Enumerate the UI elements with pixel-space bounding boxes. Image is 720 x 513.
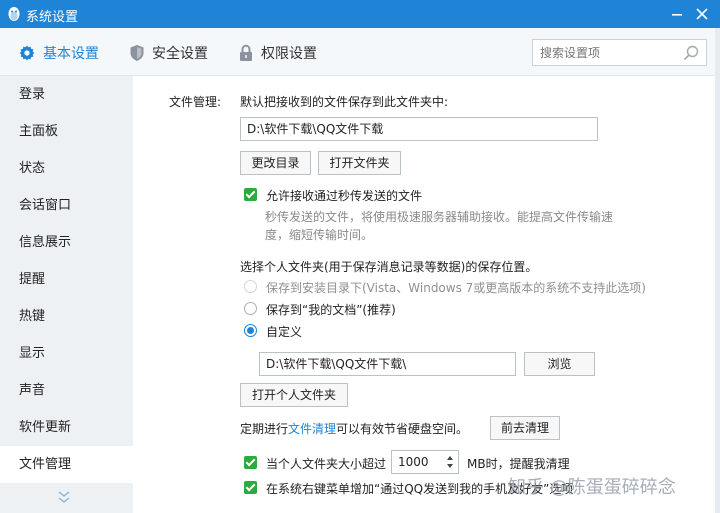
- radio-custom[interactable]: [244, 324, 257, 337]
- go-cleanup-button[interactable]: 前去清理: [490, 416, 560, 440]
- default-folder-label: 默认把接收到的文件保存到此文件夹中:: [240, 95, 449, 109]
- sidebar-item-login[interactable]: 登录: [0, 76, 133, 113]
- sidebar-item-info-display[interactable]: 信息展示: [0, 224, 133, 261]
- search-box: [532, 39, 707, 66]
- file-management-panel: 文件管理: 默认把接收到的文件保存到此文件夹中: D:\软件下载\QQ文件下载 …: [133, 76, 715, 513]
- close-icon: [696, 8, 708, 20]
- size-alert-prefix: 当个人文件夹大小超过: [266, 457, 387, 471]
- tab-permission-settings[interactable]: 权限设置: [238, 42, 317, 64]
- shield-icon: [130, 45, 144, 61]
- settings-tabbar: 基本设置 安全设置 权限设置: [0, 28, 720, 76]
- stepper-arrows-icon[interactable]: [446, 454, 454, 470]
- tab-security-settings[interactable]: 安全设置: [129, 42, 208, 64]
- gear-icon: [19, 45, 35, 61]
- sidebar-item-display[interactable]: 显示: [0, 335, 133, 372]
- search-input[interactable]: [540, 44, 680, 62]
- change-directory-button[interactable]: 更改目录: [240, 151, 311, 175]
- minimize-icon: [672, 14, 682, 16]
- cleanup-text: 定期进行文件清理可以有效节省硬盘空间。: [240, 420, 468, 437]
- title-bar: 系统设置: [0, 0, 720, 28]
- browse-button[interactable]: 浏览: [524, 352, 595, 376]
- radio-my-documents-label: 保存到“我的文档”(推荐): [266, 303, 396, 317]
- sidebar-item-chat-window[interactable]: 会话窗口: [0, 187, 133, 224]
- tab-label: 权限设置: [261, 46, 317, 62]
- cleanup-suffix: 可以有效节省硬盘空间。: [336, 422, 469, 436]
- minimize-button[interactable]: [667, 4, 687, 24]
- sidebar-item-software-update[interactable]: 软件更新: [0, 409, 133, 446]
- radio-install-dir: [244, 280, 257, 293]
- instant-transfer-checkbox[interactable]: [244, 188, 257, 201]
- settings-sidebar: 登录 主面板 状态 会话窗口 信息展示 提醒 热键 显示 声音 软件更新 文件管…: [0, 76, 133, 513]
- file-cleanup-link[interactable]: 文件清理: [288, 422, 336, 436]
- window-title: 系统设置: [26, 10, 79, 25]
- tab-label: 安全设置: [152, 46, 208, 62]
- scroll-down-chevron-icon[interactable]: [58, 490, 70, 506]
- watermark: 知乎 @陈蛋蛋碎碎念: [508, 477, 676, 498]
- open-folder-button[interactable]: 打开文件夹: [318, 151, 401, 175]
- open-personal-folder-button[interactable]: 打开个人文件夹: [240, 383, 348, 407]
- penguin-logo-icon: [8, 7, 20, 21]
- sidebar-item-file-management[interactable]: 文件管理: [0, 446, 133, 483]
- sidebar-item-reminders[interactable]: 提醒: [0, 261, 133, 298]
- instant-transfer-description-cont: 度，缩短传输时间。: [265, 228, 374, 242]
- sidebar-item-main-panel[interactable]: 主面板: [0, 113, 133, 150]
- tab-basic-settings[interactable]: 基本设置: [18, 42, 99, 64]
- sidebar-item-sound[interactable]: 声音: [0, 372, 133, 409]
- right-scrollbar[interactable]: [715, 28, 720, 513]
- section-label: 文件管理:: [169, 95, 222, 109]
- instant-transfer-label: 允许接收通过秒传发送的文件: [266, 189, 423, 203]
- sidebar-item-hotkeys[interactable]: 热键: [0, 298, 133, 335]
- size-alert-value: 1000: [398, 455, 429, 469]
- instant-transfer-description: 秒传发送的文件，将使用极速服务器辅助接收。能提高文件传输速: [265, 210, 614, 224]
- size-alert-checkbox[interactable]: [244, 456, 257, 469]
- radio-install-dir-label: 保存到安装目录下(Vista、Windows 7或更高版本的系统不支持此选项): [266, 281, 646, 295]
- radio-my-documents[interactable]: [244, 302, 257, 315]
- lock-icon: [240, 44, 252, 61]
- default-path-field[interactable]: D:\软件下载\QQ文件下载: [240, 117, 598, 141]
- size-alert-stepper[interactable]: 1000: [391, 450, 459, 474]
- radio-custom-label: 自定义: [266, 325, 303, 339]
- cleanup-prefix: 定期进行: [240, 422, 289, 436]
- personal-folder-label: 选择个人文件夹(用于保存消息记录等数据)的保存位置。: [240, 260, 538, 274]
- custom-path-field[interactable]: D:\软件下载\QQ文件下载\: [259, 352, 516, 376]
- tab-label: 基本设置: [43, 46, 99, 62]
- search-icon[interactable]: [682, 44, 700, 62]
- context-menu-checkbox[interactable]: [244, 481, 257, 494]
- close-button[interactable]: [692, 4, 712, 24]
- size-alert-suffix: MB时，提醒我清理: [467, 457, 570, 471]
- sidebar-item-status[interactable]: 状态: [0, 150, 133, 187]
